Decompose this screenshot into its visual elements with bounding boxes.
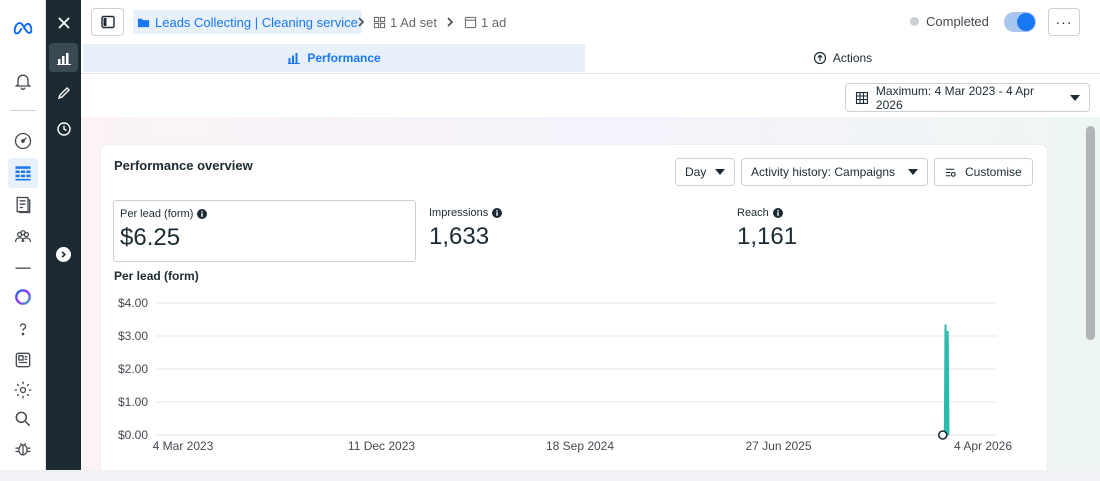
caret-down-icon (715, 169, 725, 175)
y-tick-label: $3.00 (118, 329, 148, 343)
metric-label: Reach (737, 207, 769, 219)
series-line (943, 324, 950, 436)
help-icon[interactable] (8, 314, 38, 344)
metric-value: 1,633 (429, 223, 490, 250)
search-icon[interactable] (8, 404, 38, 434)
tab-bar: Performance Actions (81, 44, 1100, 74)
activity-marker-icon (937, 430, 948, 440)
y-tick-label: $1.00 (118, 395, 148, 409)
x-tick-label: 18 Sep 2024 (546, 439, 614, 453)
info-icon[interactable] (772, 208, 783, 218)
side-panel-bar (46, 0, 81, 470)
sidebar-toggle-icon (100, 15, 115, 29)
news-icon[interactable] (8, 345, 38, 375)
customise-label: Customise (965, 165, 1022, 179)
card-title: Performance overview (114, 158, 253, 173)
pages-icon[interactable] (8, 190, 38, 220)
toggle-knob (1017, 13, 1035, 31)
ring-icon[interactable] (8, 282, 38, 312)
status-dot (910, 17, 919, 26)
metric-reach[interactable]: Reach 1,161 (731, 200, 1031, 262)
arrow-up-circle-icon (813, 51, 826, 65)
table-icon[interactable] (8, 158, 38, 188)
grid-icon (373, 16, 386, 28)
rail-divider (10, 110, 36, 111)
x-tick-label: 27 Jun 2025 (745, 439, 811, 453)
meta-logo-icon[interactable] (8, 13, 38, 43)
divider-icon[interactable] (8, 254, 38, 284)
gear-icon[interactable] (8, 375, 38, 405)
metric-per-lead[interactable]: Per lead (form) $6.25 (113, 200, 416, 262)
expand-icon[interactable] (56, 247, 71, 262)
vertical-scrollbar[interactable] (1086, 126, 1095, 340)
tab-performance-label: Performance (307, 51, 381, 65)
more-icon: ··· (1055, 14, 1073, 30)
ad-icon (464, 16, 477, 28)
date-range-label: Maximum: 4 Mar 2023 - 4 Apr 2026 (875, 83, 1034, 112)
folder-icon (137, 18, 150, 27)
granularity-label: Day (685, 165, 707, 179)
tab-performance[interactable]: Performance (83, 44, 585, 72)
metric-impressions[interactable]: Impressions 1,633 (423, 200, 723, 262)
calendar-grid-icon (855, 91, 868, 104)
edit-icon[interactable] (49, 78, 78, 107)
customise-icon (945, 168, 956, 177)
breadcrumb-ad[interactable]: 1 ad (464, 10, 506, 34)
gauge-icon[interactable] (8, 126, 38, 156)
x-tick-label: 11 Dec 2023 (348, 439, 415, 453)
history-icon[interactable] (49, 114, 78, 143)
metric-value: $6.25 (120, 224, 181, 251)
chevron-right-icon (445, 15, 455, 27)
breadcrumb-adset[interactable]: 1 Ad set (373, 10, 437, 34)
chevron-right-icon (356, 15, 366, 27)
breadcrumb-campaign[interactable]: Leads Collecting | Cleaning service (133, 10, 362, 34)
bottom-strip (0, 470, 1100, 481)
metric-value: 1,161 (737, 223, 798, 250)
more-options-button[interactable]: ··· (1048, 8, 1080, 36)
audience-icon[interactable] (8, 222, 38, 252)
granularity-dropdown[interactable]: Day (675, 158, 735, 186)
info-icon[interactable] (197, 209, 208, 219)
activity-history-dropdown[interactable]: Activity history: Campaigns (741, 158, 928, 186)
left-navigation-rail (0, 0, 46, 481)
metric-label: Impressions (429, 207, 489, 219)
performance-icon[interactable] (49, 43, 78, 72)
y-tick-label: $4.00 (118, 296, 148, 310)
y-tick-label: $2.00 (118, 362, 148, 376)
per-lead-line-chart: $0.00 $1.00 $2.00 $3.00 $4.00 4 Mar 2023 11 De… (118, 296, 1012, 453)
breadcrumb-adset-label: 1 Ad set (390, 14, 437, 30)
caret-down-icon (1070, 94, 1080, 101)
tab-actions[interactable]: Actions (585, 44, 1100, 72)
date-range-dropdown[interactable]: Maximum: 4 Mar 2023 - 4 Apr 2026 (845, 83, 1090, 112)
bug-icon[interactable] (8, 434, 38, 464)
panel-toggle-button[interactable] (91, 8, 124, 36)
bell-icon[interactable] (8, 66, 38, 96)
info-icon[interactable] (492, 208, 503, 218)
metric-label: Per lead (form) (120, 208, 194, 220)
status-label: Completed (926, 14, 989, 29)
caret-down-icon (908, 169, 918, 175)
chart-title: Per lead (form) (114, 269, 199, 283)
x-tick-label: 4 Apr 2026 (954, 439, 1012, 453)
status-indicator: Completed (910, 14, 989, 29)
breadcrumb-ad-label: 1 ad (481, 14, 507, 30)
bar-chart-icon (288, 53, 301, 64)
x-tick-label: 4 Mar 2023 (153, 439, 214, 453)
delivery-toggle[interactable] (1004, 12, 1036, 32)
activity-history-label: Activity history: Campaigns (751, 165, 896, 179)
tab-actions-label: Actions (832, 51, 873, 65)
customise-button[interactable]: Customise (934, 158, 1033, 186)
top-bar: Leads Collecting | Cleaning service 1 Ad… (81, 0, 1100, 44)
y-tick-label: $0.00 (118, 428, 148, 442)
close-icon[interactable] (49, 8, 78, 37)
breadcrumb-campaign-label: Leads Collecting | Cleaning service (155, 14, 358, 30)
